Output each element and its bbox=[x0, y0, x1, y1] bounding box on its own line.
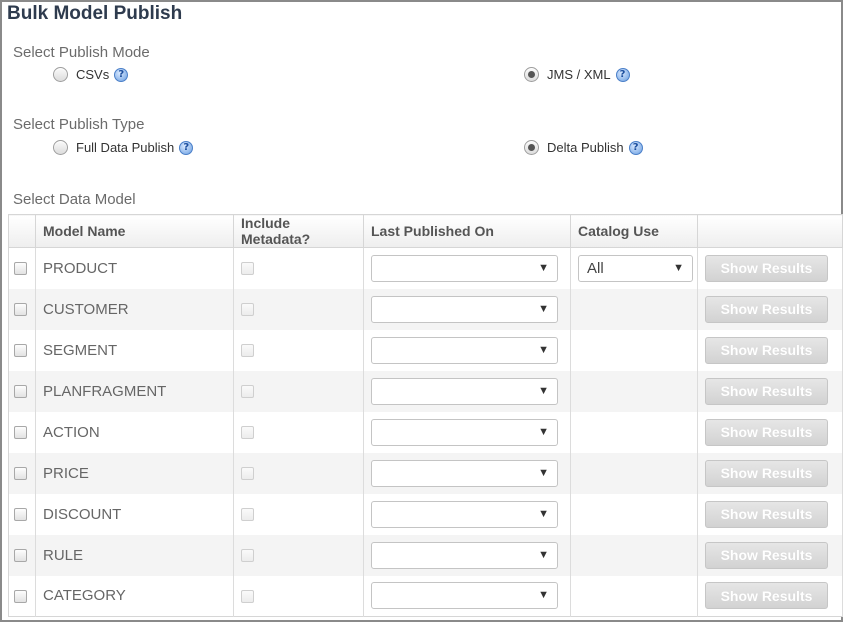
model-name: PRODUCT bbox=[35, 247, 234, 289]
include-metadata-checkbox[interactable] bbox=[241, 426, 254, 440]
table-row: CATEGORY ▼ Show Results bbox=[8, 575, 843, 617]
chevron-down-icon: ▼ bbox=[538, 589, 549, 602]
full-data-publish-radio[interactable] bbox=[53, 140, 68, 155]
page-title: Bulk Model Publish bbox=[7, 3, 183, 24]
include-metadata-checkbox[interactable] bbox=[241, 508, 254, 522]
row-select-checkbox[interactable] bbox=[14, 344, 27, 358]
chevron-down-icon: ▼ bbox=[538, 507, 549, 520]
row-select-checkbox[interactable] bbox=[14, 262, 27, 276]
include-metadata-checkbox[interactable] bbox=[241, 549, 254, 563]
row-select-checkbox[interactable] bbox=[14, 549, 27, 563]
show-results-button[interactable]: Show Results bbox=[705, 336, 828, 364]
show-results-button[interactable]: Show Results bbox=[705, 295, 828, 323]
table-row: PLANFRAGMENT ▼ Show Results bbox=[8, 370, 843, 412]
select-column-header bbox=[8, 214, 36, 248]
jms-xml-radio[interactable] bbox=[524, 67, 539, 82]
model-name: CUSTOMER bbox=[35, 288, 234, 330]
model-name: PLANFRAGMENT bbox=[35, 370, 234, 412]
table-row: RULE ▼ Show Results bbox=[8, 534, 843, 576]
row-select-checkbox[interactable] bbox=[14, 589, 27, 603]
csvs-label: CSVs bbox=[76, 67, 110, 82]
actions-column-header bbox=[697, 214, 843, 248]
model-name: ACTION bbox=[35, 411, 234, 453]
full-data-publish-label: Full Data Publish bbox=[76, 140, 175, 155]
show-results-button[interactable]: Show Results bbox=[705, 582, 828, 610]
include-metadata-checkbox[interactable] bbox=[241, 467, 254, 481]
table-row: PRICE ▼ Show Results bbox=[8, 452, 843, 494]
row-select-checkbox[interactable] bbox=[14, 303, 27, 317]
help-icon[interactable]: ? bbox=[615, 67, 630, 82]
chevron-down-icon: ▼ bbox=[538, 384, 549, 397]
include-metadata-column-header: Include Metadata? bbox=[233, 214, 364, 248]
last-published-select[interactable]: ▼ bbox=[371, 254, 558, 282]
chevron-down-icon: ▼ bbox=[538, 466, 549, 479]
show-results-button[interactable]: Show Results bbox=[705, 418, 828, 446]
table-row: DISCOUNT ▼ Show Results bbox=[8, 493, 843, 535]
publish-type-label: Select Publish Type bbox=[13, 116, 145, 133]
last-published-column-header: Last Published On bbox=[363, 214, 571, 248]
model-name: SEGMENT bbox=[35, 329, 234, 371]
chevron-down-icon: ▼ bbox=[538, 425, 549, 438]
table-row: CUSTOMER ▼ Show Results bbox=[8, 288, 843, 330]
radio-option-full-data-publish[interactable]: Full Data Publish ? bbox=[53, 140, 194, 155]
delta-publish-label: Delta Publish bbox=[547, 140, 624, 155]
chevron-down-icon: ▼ bbox=[673, 261, 684, 274]
chevron-down-icon: ▼ bbox=[538, 343, 549, 356]
model-name: PRICE bbox=[35, 452, 234, 494]
catalog-use-select[interactable]: All ▼ bbox=[578, 254, 693, 282]
show-results-button[interactable]: Show Results bbox=[705, 254, 828, 282]
data-model-label: Select Data Model bbox=[13, 191, 136, 208]
row-select-checkbox[interactable] bbox=[14, 385, 27, 399]
table-row: SEGMENT ▼ Show Results bbox=[8, 329, 843, 371]
bulk-model-publish-panel: Bulk Model Publish Select Publish Mode C… bbox=[0, 0, 843, 622]
show-results-button[interactable]: Show Results bbox=[705, 459, 828, 487]
table-row: PRODUCT ▼ All ▼ Show Results bbox=[8, 247, 843, 289]
csvs-radio[interactable] bbox=[53, 67, 68, 82]
help-icon[interactable]: ? bbox=[114, 67, 129, 82]
include-metadata-checkbox[interactable] bbox=[241, 262, 254, 276]
help-icon[interactable]: ? bbox=[628, 140, 643, 155]
model-name: DISCOUNT bbox=[35, 493, 234, 535]
help-icon[interactable]: ? bbox=[179, 140, 194, 155]
row-select-checkbox[interactable] bbox=[14, 508, 27, 522]
catalog-use-value: All bbox=[587, 259, 604, 277]
table-header-row: Model Name Include Metadata? Last Publis… bbox=[8, 214, 843, 248]
chevron-down-icon: ▼ bbox=[538, 302, 549, 315]
model-name-column-header: Model Name bbox=[35, 214, 234, 248]
last-published-select[interactable]: ▼ bbox=[371, 336, 558, 364]
model-name: RULE bbox=[35, 534, 234, 576]
row-select-checkbox[interactable] bbox=[14, 426, 27, 440]
include-metadata-checkbox[interactable] bbox=[241, 344, 254, 358]
last-published-select[interactable]: ▼ bbox=[371, 500, 558, 528]
include-metadata-checkbox[interactable] bbox=[241, 303, 254, 317]
show-results-button[interactable]: Show Results bbox=[705, 541, 828, 569]
last-published-select[interactable]: ▼ bbox=[371, 582, 558, 610]
last-published-select[interactable]: ▼ bbox=[371, 418, 558, 446]
show-results-button[interactable]: Show Results bbox=[705, 500, 828, 528]
last-published-select[interactable]: ▼ bbox=[371, 377, 558, 405]
include-metadata-checkbox[interactable] bbox=[241, 589, 254, 603]
data-model-table: Model Name Include Metadata? Last Publis… bbox=[8, 214, 843, 617]
last-published-select[interactable]: ▼ bbox=[371, 295, 558, 323]
radio-option-csvs[interactable]: CSVs ? bbox=[53, 67, 129, 82]
table-row: ACTION ▼ Show Results bbox=[8, 411, 843, 453]
row-select-checkbox[interactable] bbox=[14, 467, 27, 481]
jms-xml-label: JMS / XML bbox=[547, 67, 611, 82]
publish-mode-label: Select Publish Mode bbox=[13, 44, 150, 61]
include-metadata-checkbox[interactable] bbox=[241, 385, 254, 399]
chevron-down-icon: ▼ bbox=[538, 261, 549, 274]
catalog-use-column-header: Catalog Use bbox=[570, 214, 698, 248]
radio-option-jms-xml[interactable]: JMS / XML ? bbox=[524, 67, 630, 82]
model-name: CATEGORY bbox=[35, 575, 234, 617]
radio-option-delta-publish[interactable]: Delta Publish ? bbox=[524, 140, 643, 155]
last-published-select[interactable]: ▼ bbox=[371, 459, 558, 487]
chevron-down-icon: ▼ bbox=[538, 548, 549, 561]
delta-publish-radio[interactable] bbox=[524, 140, 539, 155]
last-published-select[interactable]: ▼ bbox=[371, 541, 558, 569]
show-results-button[interactable]: Show Results bbox=[705, 377, 828, 405]
